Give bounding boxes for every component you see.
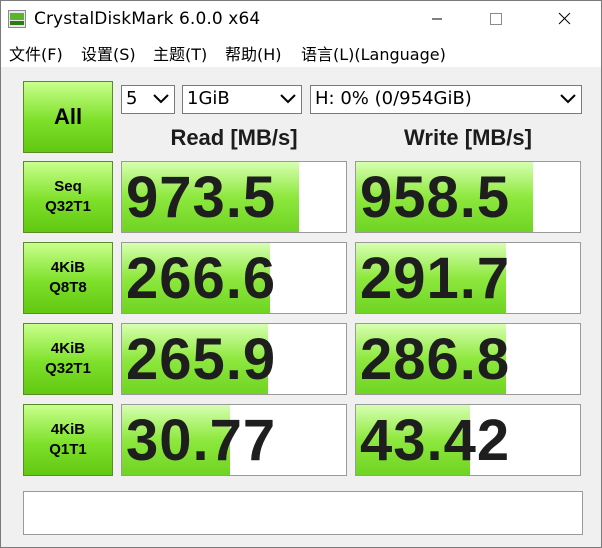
row-label-line1: 4KiB [50,259,86,276]
test-size-select[interactable]: 1GiB [182,85,302,114]
4kib-q32t1-button[interactable]: 4KiB Q32T1 [23,323,113,395]
read-result-4kib-q8t8: 266.6 [121,242,347,314]
write-result-seq-q32t1: 958.5 [355,161,581,233]
app-window: CrystalDiskMark 6.0.0 x64 文件(F) 设置(S) 主题… [0,0,602,548]
row-label-line2: Q8T8 [49,279,87,296]
row-label-line1: 4KiB [50,421,86,438]
write-value: 286.8 [360,327,511,392]
minimize-button[interactable] [414,1,460,37]
menu-theme[interactable]: 主题(T) [153,41,207,65]
menu-file[interactable]: 文件(F) [9,41,63,65]
maximize-icon [490,13,502,25]
menu-bar: 文件(F) 设置(S) 主题(T) 帮助(H) 语言(L)(Language) [1,37,601,67]
write-result-4kib-q1t1: 43.42 [355,404,581,476]
chevron-down-icon [280,94,296,104]
crystaldiskmark-app-icon [8,10,26,28]
drive-select[interactable]: H: 0% (0/954GiB) [310,85,582,114]
4kib-q1t1-button[interactable]: 4KiB Q1T1 [23,404,113,476]
comment-box[interactable] [23,491,583,535]
read-value: 973.5 [126,165,277,230]
row-label-line2: Q32T1 [45,360,91,377]
write-value: 291.7 [360,246,511,311]
write-result-4kib-q8t8: 291.7 [355,242,581,314]
row-label-line2: Q32T1 [45,198,91,215]
4kib-q8t8-button[interactable]: 4KiB Q8T8 [23,242,113,314]
test-count-select[interactable]: 5 [121,85,175,114]
read-value: 266.6 [126,246,277,311]
row-label-line1: 4KiB [50,340,86,357]
test-count-value: 5 [126,88,138,109]
write-header: Write [MB/s] [404,125,532,150]
title-bar: CrystalDiskMark 6.0.0 x64 [1,1,601,37]
chevron-down-icon [560,94,576,104]
read-value: 30.77 [126,408,277,473]
all-button[interactable]: All [23,81,113,153]
test-size-value: 1GiB [187,88,230,109]
maximize-button[interactable] [477,1,523,37]
close-icon [558,12,571,25]
write-value: 43.42 [360,408,511,473]
read-result-4kib-q1t1: 30.77 [121,404,347,476]
drive-value: H: 0% (0/954GiB) [315,88,472,109]
seq-q32t1-button[interactable]: Seq Q32T1 [23,161,113,233]
read-value: 265.9 [126,327,277,392]
read-header: Read [MB/s] [170,125,298,150]
write-value: 958.5 [360,165,511,230]
read-result-4kib-q32t1: 265.9 [121,323,347,395]
write-result-4kib-q32t1: 286.8 [355,323,581,395]
menu-settings[interactable]: 设置(S) [81,41,136,65]
row-label-line1: Seq [54,178,82,195]
menu-help[interactable]: 帮助(H) [225,41,282,65]
minimize-icon [432,18,442,20]
chevron-down-icon [153,94,169,104]
close-button[interactable] [541,1,587,37]
menu-language[interactable]: 语言(L)(Language) [301,41,446,65]
row-label-line2: Q1T1 [49,441,87,458]
window-title: CrystalDiskMark 6.0.0 x64 [34,9,261,29]
read-result-seq-q32t1: 973.5 [121,161,347,233]
